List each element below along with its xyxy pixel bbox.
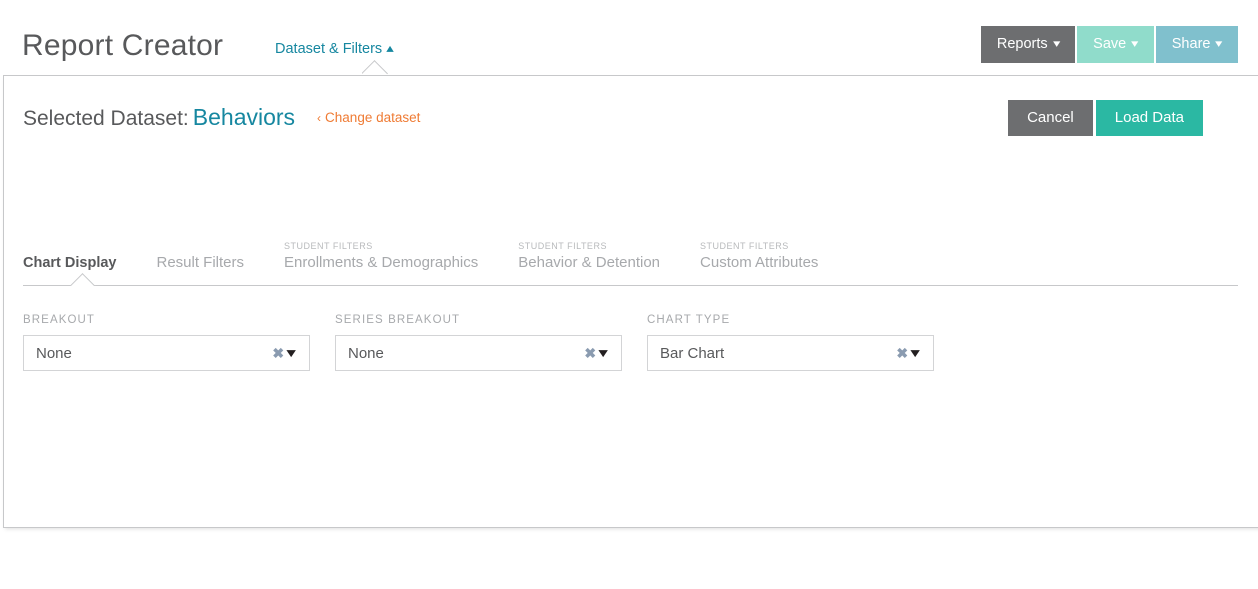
active-tab-caret-icon [70, 272, 96, 286]
chevron-down-icon: ▾ [1131, 38, 1139, 50]
breakout-value: None [36, 344, 72, 362]
series-breakout-field: SERIES BREAKOUT None ✖ ▼ [335, 314, 622, 371]
breakout-field: BREAKOUT None ✖ ▼ [23, 314, 310, 371]
breakout-label: BREAKOUT [23, 314, 96, 326]
tab-divider [23, 285, 1238, 286]
chart-type-label: CHART TYPE [647, 314, 731, 326]
tab-enrollments-and-demographics[interactable]: STUDENT FILTERS Enrollments & Demographi… [284, 242, 478, 272]
share-button[interactable]: Share ▾ [1155, 26, 1238, 63]
chevron-down-icon[interactable]: ▼ [595, 347, 625, 359]
chart-display-fields: BREAKOUT None ✖ ▼ SERIES BREAKOUT None ✖… [23, 314, 959, 371]
tab-label: Enrollments & Demographics [284, 254, 479, 271]
tab-result-filters[interactable]: Result Filters [156, 251, 244, 272]
chevron-down-icon[interactable]: ▼ [907, 347, 937, 359]
chevron-up-icon: ▴ [386, 41, 394, 55]
series-breakout-label: SERIES BREAKOUT [335, 314, 461, 326]
page-title: Report Creator [22, 29, 224, 62]
dataset-and-filters-panel: Selected Dataset: Behaviors ‹ Change datase… [3, 75, 1258, 528]
tab-list: Chart Display Result Filters STUDENT FIL… [23, 228, 858, 272]
tab-supertitle: STUDENT FILTERS [284, 241, 373, 251]
series-breakout-select[interactable]: None ✖ ▼ [335, 335, 622, 371]
reports-button-label: Reports [996, 36, 1048, 52]
tab-label: Chart Display [23, 254, 117, 271]
breakout-select[interactable]: None ✖ ▼ [23, 335, 310, 371]
chart-type-value: Bar Chart [660, 344, 725, 362]
tab-label: Result Filters [156, 254, 245, 271]
selected-dataset-value: Behaviors [192, 104, 296, 130]
header-button-group: Reports ▾ Save ▾ Share ▾ [980, 26, 1238, 63]
selected-dataset-row: Selected Dataset: Behaviors ‹ Change datase… [23, 103, 420, 135]
panel-tabs: Chart Display Result Filters STUDENT FIL… [23, 228, 1238, 286]
save-button-label: Save [1093, 36, 1127, 52]
reports-button[interactable]: Reports ▾ [980, 26, 1076, 63]
tab-behavior-and-detention[interactable]: STUDENT FILTERS Behavior & Detention [518, 242, 660, 272]
load-data-button[interactable]: Load Data [1095, 100, 1203, 136]
tab-chart-display[interactable]: Chart Display [23, 252, 116, 273]
chart-type-field: CHART TYPE Bar Chart ✖ ▼ [647, 314, 934, 371]
chart-type-select[interactable]: Bar Chart ✖ ▼ [647, 335, 934, 371]
panel-pointer-notch [362, 59, 388, 75]
tab-supertitle: STUDENT FILTERS [700, 241, 789, 251]
series-breakout-value: None [348, 344, 384, 362]
cancel-button[interactable]: Cancel [1008, 100, 1093, 136]
save-button[interactable]: Save ▾ [1077, 26, 1154, 63]
app-header: Report Creator Dataset & Filters ▴ Report… [0, 0, 1258, 75]
tab-supertitle: STUDENT FILTERS [518, 241, 607, 251]
chevron-down-icon[interactable]: ▼ [283, 347, 313, 359]
tab-custom-attributes[interactable]: STUDENT FILTERS Custom Attributes [700, 242, 818, 272]
chevron-left-icon: ‹ [317, 111, 322, 125]
dataset-and-filters-label: Dataset & Filters [275, 41, 383, 57]
selected-dataset-label: Selected Dataset: [23, 107, 189, 130]
dataset-and-filters-toggle[interactable]: Dataset & Filters ▴ [275, 40, 394, 58]
tab-label: Custom Attributes [700, 254, 819, 271]
chevron-down-icon: ▾ [1052, 38, 1061, 50]
change-dataset-label: Change dataset [325, 110, 421, 125]
tab-label: Behavior & Detention [518, 254, 661, 271]
share-button-label: Share [1171, 36, 1211, 52]
panel-action-buttons: Cancel Load Data [1008, 100, 1203, 136]
change-dataset-link[interactable]: ‹ Change dataset [317, 104, 420, 132]
chevron-down-icon: ▾ [1215, 38, 1223, 50]
